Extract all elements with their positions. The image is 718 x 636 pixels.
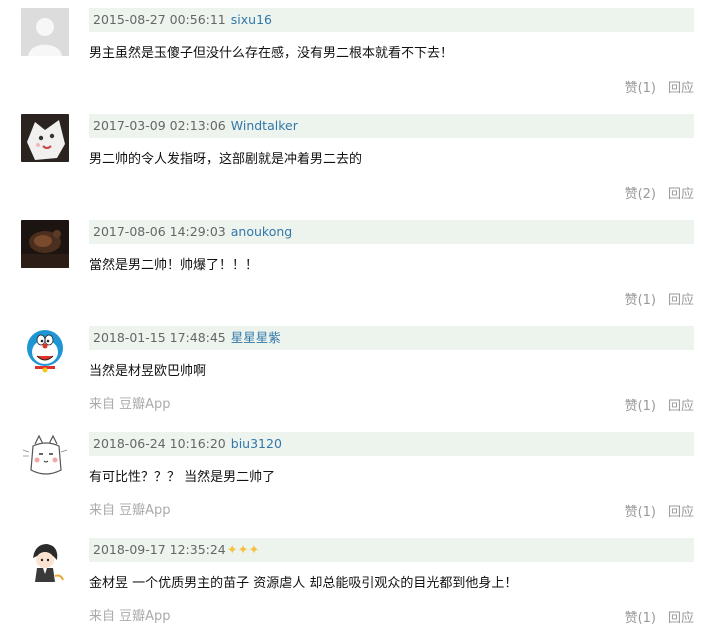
comment-actions: 赞(1) 回应	[625, 398, 694, 416]
comment-source: 来自 豆瓣App	[89, 609, 171, 624]
comment-username-link[interactable]: 星星星紫	[231, 330, 281, 345]
vote-button[interactable]: 赞(1)	[625, 399, 656, 414]
comment-item: 2018-01-15 17:48:45 星星星紫 当然是材昱欧巴帅啊 来自 豆瓣A…	[0, 318, 718, 424]
white-cat-avatar-icon[interactable]	[21, 114, 69, 162]
reply-button[interactable]: 回应	[668, 293, 694, 308]
comment-username-link[interactable]: Windtalker	[231, 118, 298, 133]
comment-actions: 赞(1) 回应	[625, 292, 694, 310]
comment-item: 2018-06-24 10:16:20 biu3120 有可比性？？？ 当然是男二…	[0, 424, 718, 530]
doraemon-avatar-icon[interactable]	[21, 326, 69, 374]
anime-character-avatar-icon[interactable]	[21, 538, 69, 586]
comment-username-link[interactable]: biu3120	[231, 436, 282, 451]
comment-actions: 赞(2) 回应	[625, 186, 694, 204]
comment-time: 2018-01-15 17:48:45	[93, 330, 226, 345]
comment-text: 男主虽然是玉傻子但没什么存在感，没有男二根本就看不下去！	[89, 46, 454, 61]
reply-button[interactable]: 回应	[668, 81, 694, 96]
vote-button[interactable]: 赞(2)	[625, 187, 656, 202]
comment-username-link[interactable]: anoukong	[231, 224, 292, 239]
comment-meta-bar: 2017-08-06 14:29:03 anoukong	[89, 220, 694, 244]
comment-actions: 赞(1) 回应	[625, 610, 694, 628]
comment-item: 2017-08-06 14:29:03 anoukong 當然是男二帅！帅爆了！！…	[0, 212, 718, 318]
comment-time: 2018-09-17 12:35:24	[93, 542, 226, 557]
comment-item: 2017-03-09 02:13:06 Windtalker 男二帅的令人发指呀，…	[0, 106, 718, 212]
comment-text: 有可比性？？？ 当然是男二帅了	[89, 470, 276, 485]
vote-button[interactable]: 赞(1)	[625, 81, 656, 96]
comment-text: 当然是材昱欧巴帅啊	[89, 364, 207, 379]
comment-meta-bar: 2017-03-09 02:13:06 Windtalker	[89, 114, 694, 138]
comment-meta-bar: 2018-06-24 10:16:20 biu3120	[89, 432, 694, 456]
star-emoji-username[interactable]: ✦✦✦	[227, 543, 260, 558]
comment-text: 男二帅的令人发指呀，这部剧就是冲着男二去的	[89, 152, 363, 167]
default-avatar-icon[interactable]	[21, 8, 69, 56]
comment-meta-bar: 2018-09-17 12:35:24✦✦✦	[89, 538, 694, 562]
comment-time: 2017-08-06 14:29:03	[93, 224, 226, 239]
comment-username-link[interactable]: sixu16	[231, 12, 272, 27]
comment-time: 2017-03-09 02:13:06	[93, 118, 226, 133]
comment-source: 来自 豆瓣App	[89, 503, 171, 518]
reply-button[interactable]: 回应	[668, 187, 694, 202]
reply-button[interactable]: 回应	[668, 399, 694, 414]
dark-photo-avatar-icon[interactable]	[21, 220, 69, 268]
vote-button[interactable]: 赞(1)	[625, 611, 656, 626]
vote-button[interactable]: 赞(1)	[625, 293, 656, 308]
reply-button[interactable]: 回应	[668, 505, 694, 520]
cartoon-cat-avatar-icon[interactable]	[21, 432, 69, 480]
comment-time: 2015-08-27 00:56:11	[93, 12, 226, 27]
comment-item: 2015-08-27 00:56:11 sixu16 男主虽然是玉傻子但没什么存在…	[0, 0, 718, 106]
comment-meta-bar: 2018-01-15 17:48:45 星星星紫	[89, 326, 694, 350]
comment-text: 當然是男二帅！帅爆了！！！	[89, 258, 259, 273]
comment-actions: 赞(1) 回应	[625, 504, 694, 522]
comment-time: 2018-06-24 10:16:20	[93, 436, 226, 451]
comment-item: 2018-09-17 12:35:24✦✦✦ 金材昱 一个优质男主的苗子 资源虐…	[0, 530, 718, 636]
comment-meta-bar: 2015-08-27 00:56:11 sixu16	[89, 8, 694, 32]
comment-source: 来自 豆瓣App	[89, 397, 171, 412]
comment-text: 金材昱 一个优质男主的苗子 资源虐人 却总能吸引观众的目光都到他身上！	[89, 576, 518, 591]
comment-actions: 赞(1) 回应	[625, 80, 694, 98]
reply-button[interactable]: 回应	[668, 611, 694, 626]
vote-button[interactable]: 赞(1)	[625, 505, 656, 520]
